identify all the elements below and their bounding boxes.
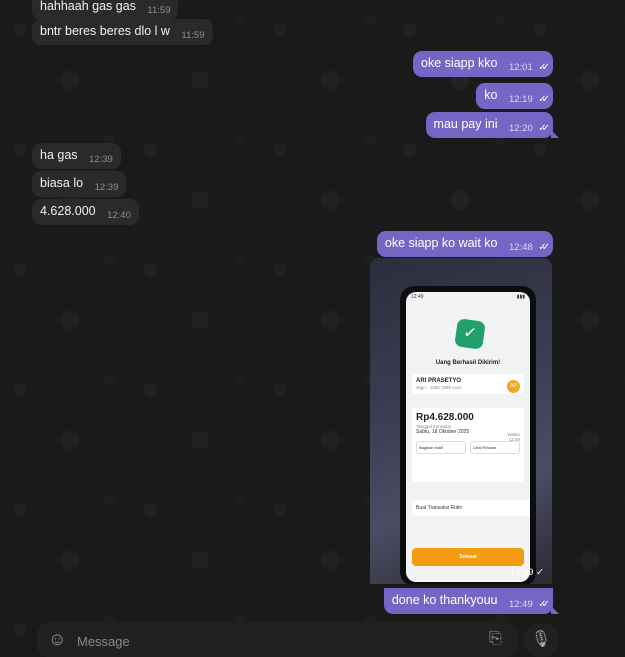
time-value: 12:49 bbox=[508, 437, 520, 442]
read-receipt-icon: ✓✓ bbox=[538, 94, 550, 105]
message-time: 12:39 bbox=[94, 182, 119, 193]
read-receipt-icon: ✓✓ bbox=[538, 242, 550, 253]
message-text: hahhaah gas gas bbox=[40, 0, 136, 13]
phone-in-photo: 12:49 ▮▮▮ ✓ Uang Berhasil Dikirim! ARI P… bbox=[400, 286, 536, 584]
message-text: biasa lo bbox=[40, 176, 84, 190]
message-text: oke siapp kko bbox=[421, 56, 498, 70]
message-incoming[interactable]: bntr beres beres dlo l w 11:59 bbox=[32, 19, 213, 45]
repeat-transaction-row: Buat Transaksi Rutin bbox=[412, 500, 530, 516]
message-outgoing[interactable]: ko 12:19 ✓✓ bbox=[476, 83, 553, 109]
success-check-icon: ✓ bbox=[454, 318, 486, 350]
message-time: 12:01 bbox=[508, 62, 533, 73]
message-time: 12:49 bbox=[508, 599, 533, 610]
photo-message[interactable]: 12:49 ▮▮▮ ✓ Uang Berhasil Dikirim! ARI P… bbox=[370, 258, 552, 584]
message-time: 11:59 bbox=[181, 30, 205, 41]
read-receipt-icon: ✓✓ bbox=[538, 599, 550, 610]
message-time: 12:19 bbox=[508, 94, 533, 105]
photo-time: 12:49 bbox=[509, 567, 534, 578]
read-receipt-icon: ✓✓ bbox=[538, 123, 550, 134]
amount-card: Rp4.628.000 Tanggal transaksi Sabtu, 18 … bbox=[412, 408, 524, 482]
microphone-button[interactable]: 🎙︎ bbox=[523, 623, 559, 657]
message-outgoing[interactable]: oke siapp ko wait ko 12:48 ✓✓ bbox=[376, 231, 553, 257]
microphone-icon: 🎙︎ bbox=[530, 631, 552, 648]
message-time: 11:59 bbox=[147, 5, 171, 16]
message-incoming[interactable]: hahhaah gas gas 11:59 bbox=[32, 0, 179, 20]
message-incoming[interactable]: 4.628.000 12:40 bbox=[32, 199, 139, 225]
message-time: 12:48 bbox=[508, 242, 533, 253]
message-composer: ☺ ⎘ bbox=[37, 623, 518, 657]
message-outgoing[interactable]: mau pay ini 12:20 ✓✓ bbox=[425, 112, 560, 138]
transfer-receipt-photo[interactable]: 12:49 ▮▮▮ ✓ Uang Berhasil Dikirim! ARI P… bbox=[370, 258, 552, 584]
photo-timestamp: 12:49 ✓ bbox=[510, 567, 544, 578]
message-text: ko bbox=[484, 88, 498, 102]
message-text: oke siapp ko wait ko bbox=[384, 236, 498, 250]
sent-check-icon: ✓ bbox=[536, 567, 544, 578]
share-proof-button: Bagikan bukti bbox=[416, 441, 466, 454]
recipient-card: ARI PRASETYO Jago · 1060 7898 xxxx AP bbox=[412, 374, 524, 394]
phone-screen: 12:49 ▮▮▮ ✓ Uang Berhasil Dikirim! ARI P… bbox=[406, 292, 530, 582]
avatar: AP bbox=[507, 380, 520, 393]
signal-icon: ▮▮▮ bbox=[516, 294, 525, 300]
phone-status-bar: 12:49 ▮▮▮ bbox=[406, 292, 530, 302]
message-outgoing[interactable]: done ko thankyouu 12:49 ✓✓ bbox=[383, 588, 560, 614]
phone-status-time: 12:49 bbox=[411, 294, 424, 300]
paperclip-icon[interactable]: ⎘ bbox=[489, 630, 502, 648]
success-title: Uang Berhasil Dikirim! bbox=[435, 360, 501, 366]
message-input[interactable] bbox=[75, 631, 479, 651]
message-incoming[interactable]: ha gas 12:39 bbox=[32, 143, 121, 169]
message-text: done ko thankyouu bbox=[391, 593, 498, 607]
message-time: 12:39 bbox=[89, 154, 113, 165]
message-time: 12:40 bbox=[107, 210, 131, 221]
message-outgoing[interactable]: oke siapp kko 12:01 ✓✓ bbox=[413, 51, 553, 77]
done-button-in-photo: Selesai bbox=[412, 548, 524, 566]
message-text: mau pay ini bbox=[433, 117, 498, 131]
message-time: 12:20 bbox=[508, 123, 533, 134]
view-details-button: Lihat Rincian bbox=[470, 441, 520, 454]
emoji-icon[interactable]: ☺ bbox=[48, 629, 66, 650]
message-incoming[interactable]: biasa lo 12:39 bbox=[32, 171, 127, 197]
message-text: bntr beres beres dlo l w bbox=[40, 24, 170, 38]
message-text: 4.628.000 bbox=[40, 204, 96, 218]
read-receipt-icon: ✓✓ bbox=[538, 62, 550, 73]
message-text: ha gas bbox=[40, 148, 78, 162]
transfer-amount: Rp4.628.000 bbox=[416, 412, 474, 423]
